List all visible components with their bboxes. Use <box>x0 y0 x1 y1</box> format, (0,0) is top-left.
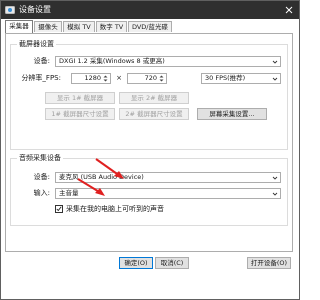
capture-group-title: 截屏器设置 <box>17 40 56 49</box>
audio-input-label: 输入: <box>33 189 50 197</box>
screen-capture-settings-button[interactable]: 屏幕采集设置... <box>197 108 267 120</box>
capture-device-select[interactable]: DXGI 1.2 采集(Windows 8 或更高) <box>55 56 281 67</box>
settings-dialog: 设备设置 采集器 摄像头 模拟 TV 数字 TV DVD/蓝光碟 截屏器设置 设… <box>0 0 300 300</box>
spin-arrows-icon[interactable] <box>102 74 109 83</box>
checkmark-icon <box>56 206 62 212</box>
window-title: 设备设置 <box>19 5 51 14</box>
capture-audible-checkbox[interactable] <box>55 205 63 213</box>
capture-audible-label: 采集在我的电脑上可听到的声音 <box>66 205 164 213</box>
times-sign: × <box>116 74 122 82</box>
tab-dvd-bluray[interactable]: DVD/蓝光碟 <box>128 21 172 32</box>
ok-button[interactable]: 确定(O) <box>119 257 153 269</box>
cancel-button[interactable]: 取消(C) <box>155 257 189 269</box>
width-spinbox[interactable]: 1280 <box>71 73 111 84</box>
capture-device-label: 设备: <box>33 57 50 65</box>
spin-arrows-icon[interactable] <box>158 74 165 83</box>
tab-camera[interactable]: 摄像头 <box>34 21 62 32</box>
chevron-down-icon <box>272 77 278 81</box>
tab-capture[interactable]: 采集器 <box>5 20 33 33</box>
audio-device-label: 设备: <box>33 173 50 181</box>
resolution-label: 分辨率_FPS: <box>21 74 61 82</box>
height-spinbox[interactable]: 720 <box>127 73 167 84</box>
close-icon[interactable] <box>283 4 295 16</box>
annotation-arrow-icon <box>77 178 105 196</box>
tab-panel: 截屏器设置 设备: DXGI 1.2 采集(Windows 8 或更高) 分辨率… <box>5 33 293 252</box>
chevron-down-icon <box>272 192 278 196</box>
show-screen-2-button[interactable]: 显示 2# 截屏器 <box>119 92 189 104</box>
tab-analog-tv[interactable]: 模拟 TV <box>63 21 95 32</box>
screen-2-size-button[interactable]: 2# 截屏器尺寸设置 <box>119 108 189 120</box>
app-icon <box>5 6 15 14</box>
show-screen-1-button[interactable]: 显示 1# 截屏器 <box>45 92 115 104</box>
chevron-down-icon <box>272 176 278 180</box>
title-bar: 设备设置 <box>1 1 299 19</box>
open-device-button[interactable]: 打开设备(O) <box>247 257 291 269</box>
capture-group: 截屏器设置 设备: DXGI 1.2 采集(Windows 8 或更高) 分辨率… <box>10 40 288 150</box>
screen-1-size-button[interactable]: 1# 截屏器尺寸设置 <box>45 108 115 120</box>
chevron-down-icon <box>272 60 278 64</box>
audio-group-title: 音频采集设备 <box>17 154 63 163</box>
audio-group: 音频采集设备 设备: 麦克风 (USB Audio Device) 输入: 主音… <box>10 154 288 226</box>
fps-select[interactable]: 30 FPS(推荐) <box>201 73 281 84</box>
tab-digital-tv[interactable]: 数字 TV <box>96 21 127 32</box>
